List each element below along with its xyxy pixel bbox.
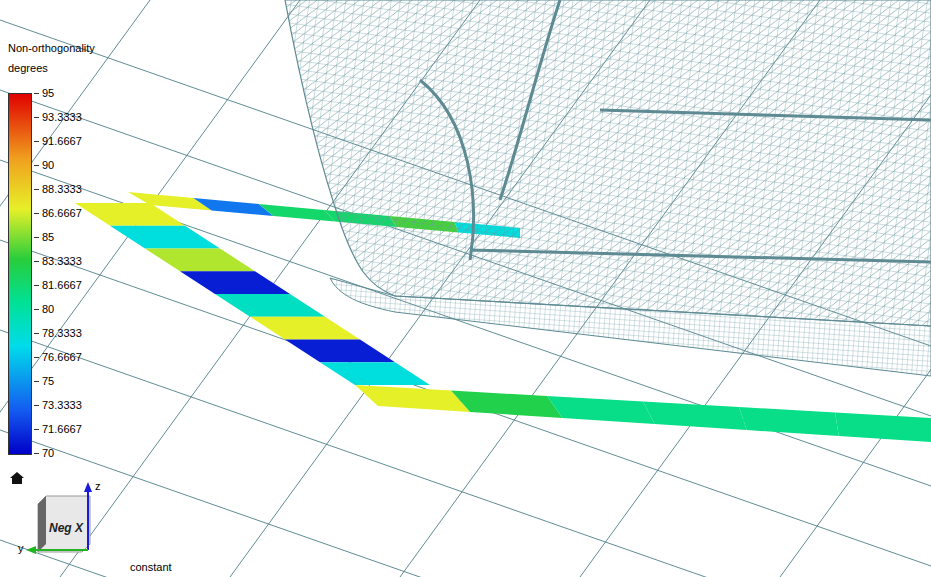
cube-label: Neg X (49, 521, 84, 535)
legend-tick: 71.6667 (34, 423, 82, 435)
legend-tick: 88.3333 (34, 183, 82, 195)
orientation-axes[interactable]: Neg X z y (8, 478, 118, 558)
legend-tick: 86.6667 (34, 207, 82, 219)
legend-tick: 78.3333 (34, 327, 82, 339)
mesh-cell (193, 198, 273, 216)
mesh-cell (643, 402, 747, 431)
mesh-cell (835, 413, 931, 443)
mesh-cell (355, 385, 470, 412)
mesh-cell (215, 294, 325, 317)
mesh-cell (320, 362, 430, 385)
mesh-cell (145, 249, 255, 272)
legend-tick: 95 (34, 87, 82, 99)
legend-tick: 81.6667 (34, 279, 82, 291)
legend-tick: 83.3333 (34, 255, 82, 267)
legend-tick: 73.3333 (34, 399, 82, 411)
legend-tick: 76.6667 (34, 351, 82, 363)
z-axis-label: z (95, 480, 101, 492)
legend-tick: 75 (34, 375, 82, 387)
home-icon[interactable] (10, 472, 24, 484)
legend-tick: 91.6667 (34, 135, 82, 147)
render-view[interactable]: Non-orthogonality degrees 95 93.3333 91.6667… (0, 0, 931, 577)
legend-units: degrees (8, 62, 95, 75)
mesh-cell (259, 204, 335, 222)
legend-title: Non-orthogonality (8, 42, 95, 55)
mesh-cell (547, 396, 655, 424)
y-axis-label: y (18, 542, 24, 554)
vehicle-mesh (285, 0, 931, 326)
mesh-cell (451, 391, 562, 419)
legend-tick: 90 (34, 159, 82, 171)
mesh-cell (180, 271, 290, 294)
floor-mesh (330, 278, 931, 376)
color-bar (8, 93, 32, 455)
mesh-cell (110, 226, 220, 249)
legend-tick: 93.3333 (34, 111, 82, 123)
mesh-canvas[interactable] (0, 0, 931, 577)
mesh-cell (75, 203, 185, 226)
mesh-cell (250, 317, 360, 340)
footer-label: constant (130, 561, 172, 574)
legend-tick: 80 (34, 303, 82, 315)
mesh-cell (739, 407, 839, 436)
legend-tick: 85 (34, 231, 82, 243)
legend-tick: 70 (34, 447, 82, 459)
color-legend: Non-orthogonality degrees 95 93.3333 91.6667… (8, 42, 95, 459)
mesh-cell (285, 340, 395, 363)
